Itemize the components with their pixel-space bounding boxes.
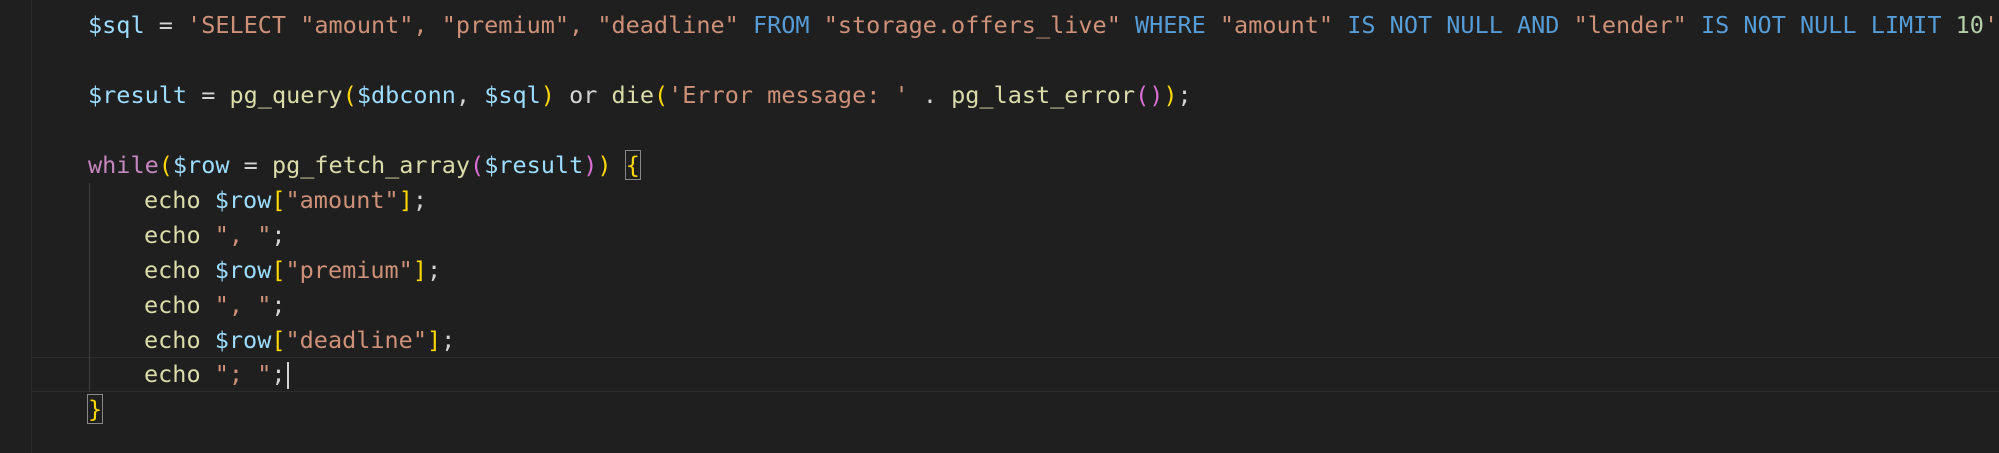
token-semicolon: ; (1177, 81, 1192, 109)
token-variable: $sql (484, 81, 541, 109)
token-function: pg_fetch_array (271, 151, 471, 179)
token-function: pg_query (229, 81, 343, 109)
text-cursor (286, 362, 289, 389)
token-semicolon: ; (271, 221, 286, 249)
token-variable: $result (88, 81, 188, 109)
token-bracket: ( (653, 81, 669, 109)
token-variable: $result (484, 151, 584, 179)
token-echo: echo (144, 326, 201, 354)
token-semicolon: ; (441, 326, 456, 354)
token-bracket: ] (426, 326, 442, 354)
token-variable: $dbconn (356, 81, 456, 109)
token-echo: echo (144, 256, 201, 284)
token-variable: $row (214, 186, 272, 214)
token-semicolon: ; (271, 360, 286, 388)
token-string: ' (1983, 11, 1999, 39)
token-string: "premium" (285, 256, 413, 284)
code-line-while[interactable]: while($row = pg_fetch_array($result)) { (88, 148, 641, 183)
code-line-echo-deadline[interactable]: echo $row["deadline"]; (144, 323, 455, 358)
token-bracket: ) (540, 81, 555, 109)
token-variable: $row (214, 256, 272, 284)
token-control-keyword: while (88, 151, 159, 179)
code-line-echo-separator[interactable]: echo ", "; (144, 288, 286, 323)
token-punctuation: , (455, 81, 485, 109)
token-string: 'Error message: ' (668, 81, 909, 109)
token-bracket: ( (158, 151, 173, 179)
code-editor[interactable]: $sql = 'SELECT "amount", "premium", "dea… (0, 0, 1999, 453)
token-string: "deadline" (285, 326, 427, 354)
token-bracket: [ (271, 326, 286, 354)
token-string: ", " (214, 221, 272, 249)
token-string: "amount" (1205, 11, 1348, 39)
token-sql-keyword: FROM (752, 11, 810, 39)
token-semicolon: ; (412, 186, 427, 214)
code-line-echo-amount[interactable]: echo $row["amount"]; (144, 183, 427, 218)
code-line-close-brace[interactable]: } (86, 392, 104, 427)
token-echo: echo (144, 186, 201, 214)
token-operator: = (187, 81, 230, 109)
token-function: die (611, 81, 654, 109)
token-semicolon: ; (271, 291, 286, 319)
token-variable: $row (172, 151, 230, 179)
token-brace-open: { (624, 150, 641, 180)
token-variable: $row (214, 326, 272, 354)
token-bracket: ] (398, 186, 413, 214)
code-line-echo-premium[interactable]: echo $row["premium"]; (144, 253, 441, 288)
token-echo: echo (144, 291, 201, 319)
token-sql-keyword: IS NOT NULL AND (1347, 11, 1560, 39)
current-line-highlight (32, 357, 1999, 392)
token-string: 'SELECT "amount", "premium", "deadline" (187, 11, 753, 39)
token-string: "amount" (285, 186, 399, 214)
token-variable: $sql (88, 11, 145, 39)
token-string (1941, 11, 1955, 39)
token-bracket: ] (412, 256, 427, 284)
token-bracket: [ (271, 186, 286, 214)
token-echo: echo (144, 221, 201, 249)
token-bracket: () (1135, 81, 1164, 109)
token-bracket: ) (597, 151, 612, 179)
token-bracket: ( (342, 81, 357, 109)
token-string: "; " (214, 360, 272, 388)
token-operator: . (908, 81, 952, 109)
token-string: ", " (214, 291, 272, 319)
token-string: "storage.offers_live" (809, 11, 1135, 39)
token-brace-close: } (86, 394, 104, 424)
token-function: pg_last_error (951, 81, 1136, 109)
token-bracket: ) (583, 151, 598, 179)
indent-guide (89, 183, 90, 392)
token-number: 10 (1955, 11, 1984, 39)
token-bracket: [ (271, 256, 286, 284)
code-line-echo-terminator[interactable]: echo "; "; (144, 357, 289, 392)
token-keyword-or: or (554, 81, 612, 109)
token-operator: = (229, 151, 272, 179)
token-sql-keyword: IS NOT NULL LIMIT (1700, 11, 1942, 39)
token-semicolon: ; (427, 256, 442, 284)
token-string: "lender" (1559, 11, 1701, 39)
token-echo: echo (144, 360, 201, 388)
token-operator: = (144, 11, 188, 39)
token-sql-keyword: WHERE (1135, 11, 1206, 39)
code-line-sql[interactable]: $sql = 'SELECT "amount", "premium", "dea… (88, 8, 1999, 43)
token-bracket: ( (470, 151, 485, 179)
token-bracket: ) (1163, 81, 1178, 109)
code-line-echo-separator[interactable]: echo ", "; (144, 218, 286, 253)
code-line-query[interactable]: $result = pg_query($dbconn, $sql) or die… (88, 78, 1192, 113)
